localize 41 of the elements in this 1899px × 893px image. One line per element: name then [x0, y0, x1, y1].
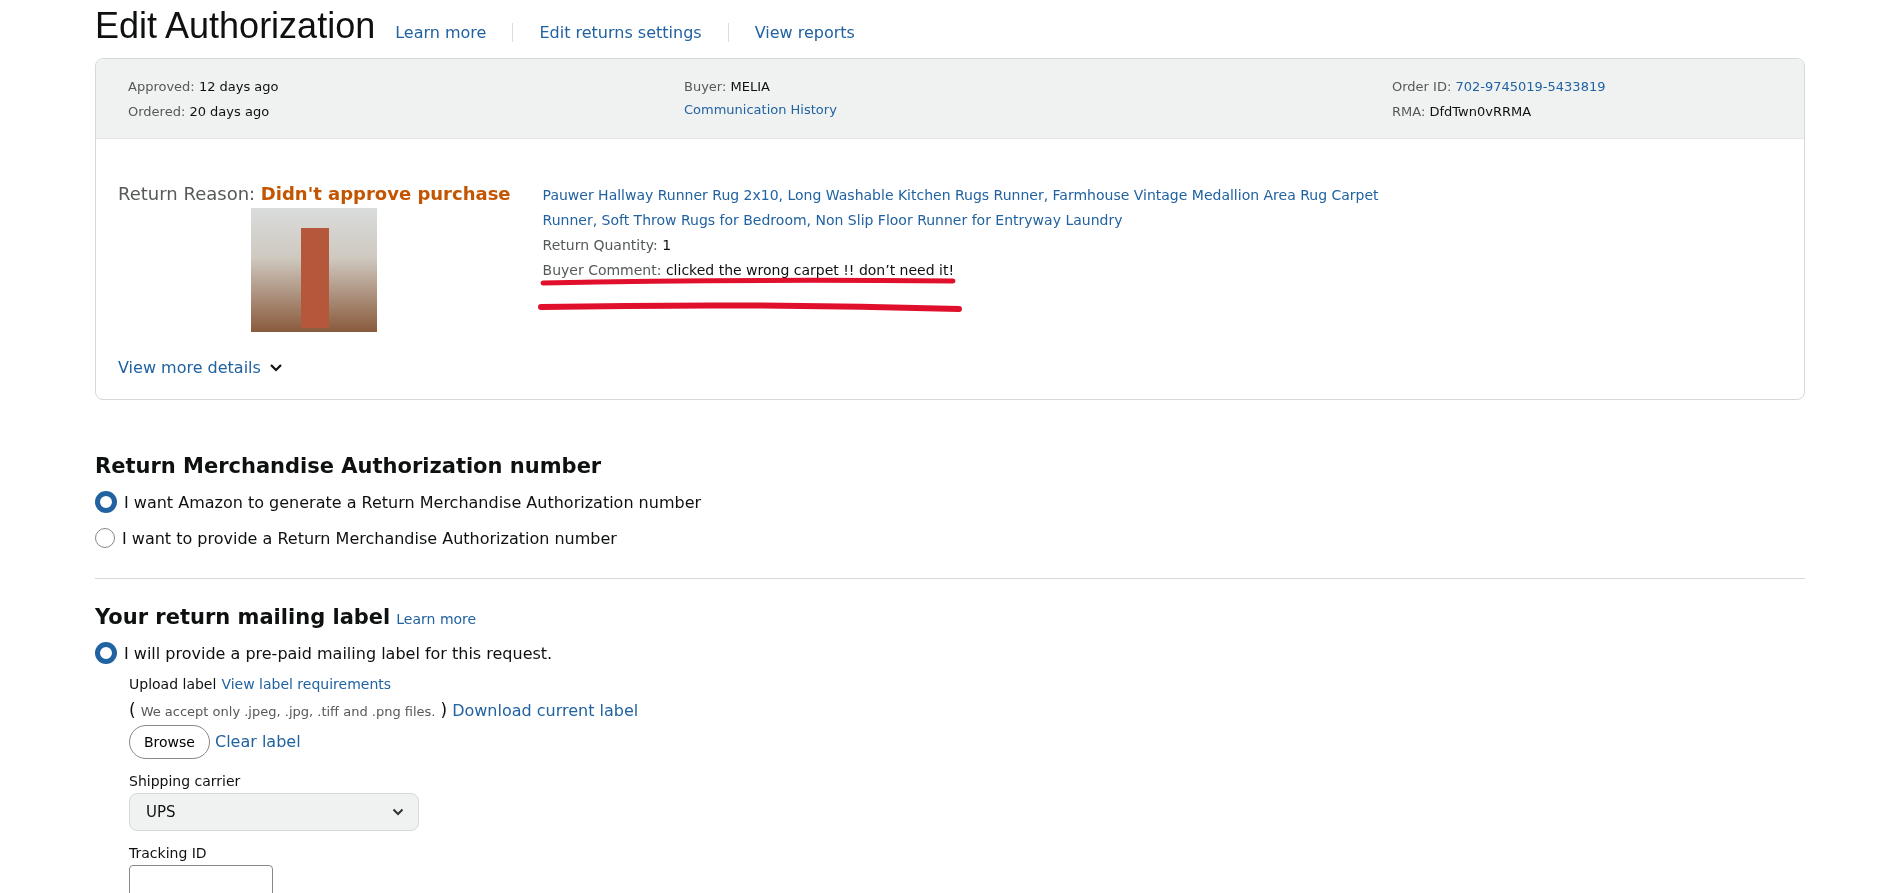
carrier-dropdown[interactable]: UPS — [129, 793, 419, 831]
return-quantity: Return Quantity: 1 — [542, 236, 673, 255]
section-heading: Return Merchandise Authorization number — [95, 454, 603, 478]
section-heading: Your return mailing label — [95, 605, 391, 629]
requirements-link[interactable]: View label requirements — [221, 671, 392, 697]
radio-option[interactable]: I will provide a pre-paid mailing label for this request. — [95, 635, 1805, 671]
header-link[interactable]: View reports — [727, 23, 881, 42]
return-reason: Return Reason: Didn't approve purchase — [118, 183, 511, 204]
browse-button[interactable]: Browse — [129, 725, 210, 759]
summary-field: Order ID: 702-9745019-5433819 — [1392, 77, 1772, 97]
header-link[interactable]: Edit returns settings — [512, 23, 728, 42]
option-label: I will provide a pre-paid mailing label for this request. — [124, 643, 553, 663]
option-label: I want Amazon to generate a Return Merchandise Authorization number — [124, 492, 702, 512]
chevron-icon — [392, 808, 404, 816]
communication-link[interactable]: Communication History — [684, 102, 1392, 117]
download-label-link[interactable]: Download current label — [452, 698, 639, 724]
view-more-details-link[interactable]: View more details — [118, 358, 283, 377]
option-label: I want to provide a Return Merchandise Authorization number — [122, 528, 617, 548]
order-id-link[interactable]: 702-9745019-5433819 — [1455, 79, 1606, 94]
tracking-id-field[interactable] — [129, 865, 273, 893]
field-label: Shipping carrier — [129, 773, 242, 789]
format-note: We accept only .jpeg, .jpg, .tiff and .png files. — [140, 703, 436, 721]
learn-more-link[interactable]: Learn more — [396, 611, 477, 627]
page-title: Edit Authorization — [95, 4, 376, 48]
paren: ( — [129, 699, 136, 722]
summary-field: Ordered: 20 days ago — [128, 102, 684, 122]
header-link[interactable]: Learn more — [395, 23, 513, 42]
radio-option[interactable]: I want Amazon to generate a Return Merchandise Authorization number — [95, 484, 1805, 520]
radio-button[interactable] — [95, 642, 117, 664]
radio-button[interactable] — [95, 528, 115, 548]
summary-field: RMA: DfdTwn0vRRMA — [1392, 102, 1772, 122]
paren: ) — [440, 699, 448, 722]
clear-label-link[interactable]: Clear label — [215, 729, 301, 755]
summary-field: Approved: 12 days ago — [128, 77, 684, 97]
upload-label: Upload label — [129, 675, 217, 694]
summary-field: Buyer: MELIA — [684, 77, 1392, 97]
buyer-comment: Buyer Comment: clicked the wrong carpet !! don’t need it! — [542, 261, 956, 280]
field-label: Tracking ID — [129, 845, 208, 861]
radio-button[interactable] — [95, 491, 117, 513]
radio-option[interactable]: I want to provide a Return Merchandise Authorization number — [95, 520, 1805, 556]
product-title-link[interactable]: Pauwer Hallway Runner Rug 2x10, Long Washable Kitchen Rugs Runner, Farmhouse Vintage Medallion Area Rug Carpet Runner, Soft Throw Rugs for Bedroom, Non Slip Floor Runner for Entryway Laundry — [542, 183, 1383, 233]
